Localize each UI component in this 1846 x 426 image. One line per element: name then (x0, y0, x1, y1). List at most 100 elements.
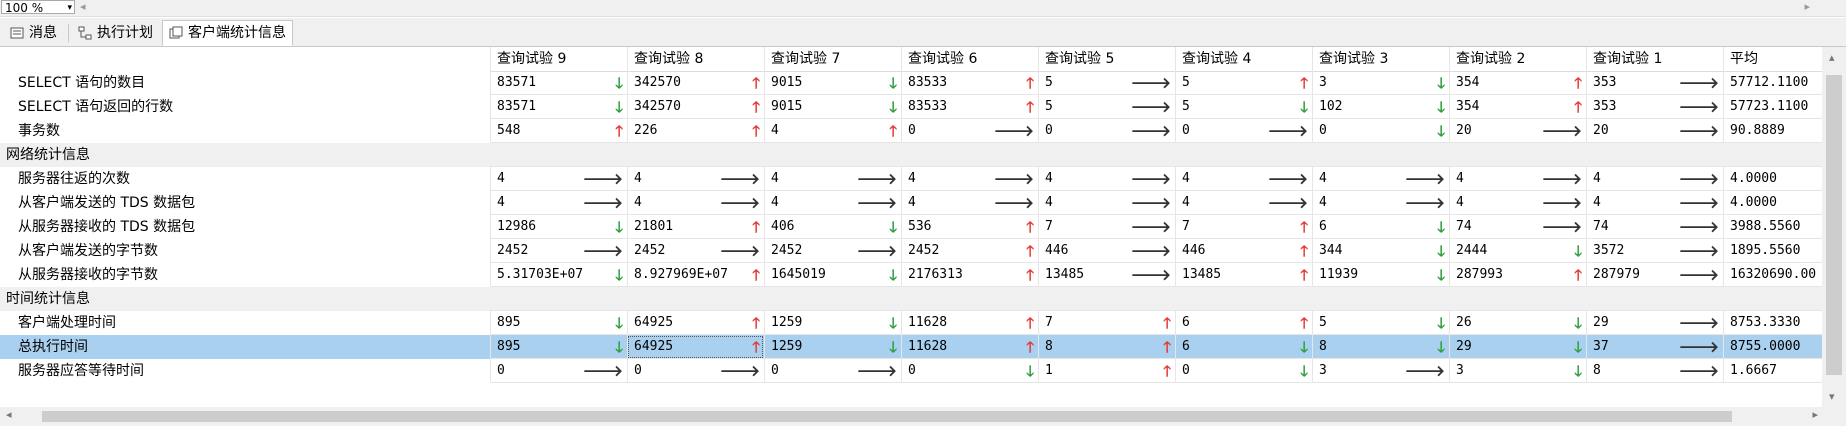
stat-cell[interactable]: 20 🡒 (1586, 119, 1723, 143)
stat-cell[interactable]: 9015 🡓 (764, 71, 901, 95)
stat-cell[interactable]: 4 🡒 (764, 167, 901, 191)
column-header[interactable]: 平均 (1723, 47, 1822, 71)
scroll-right-icon[interactable]: ▸ (1804, 0, 1810, 13)
stat-cell[interactable]: 6 🡓 (1312, 215, 1449, 239)
average-cell[interactable]: 16320690.00 (1723, 263, 1822, 287)
stat-row[interactable]: 事务数 548 🡑 226 🡑 4 🡑 0 🡒 0 🡒 0 🡒 0 🡓 20 🡒 20 🡒 90.8889 (0, 119, 1822, 143)
stat-cell[interactable]: 74 🡒 (1449, 215, 1586, 239)
stat-cell[interactable]: 5 🡓 (1312, 311, 1449, 335)
stat-cell[interactable]: 344 🡓 (1312, 239, 1449, 263)
average-cell[interactable]: 57712.1100 (1723, 71, 1822, 95)
stat-cell[interactable]: 64925 🡑 (627, 335, 764, 359)
stat-cell[interactable]: 4 🡒 (1586, 167, 1723, 191)
stat-cell[interactable]: 287979 🡒 (1586, 263, 1723, 287)
stat-cell[interactable]: 0 🡓 (1312, 119, 1449, 143)
column-header[interactable]: 查询试验 7 (764, 47, 901, 71)
section-header-row[interactable]: 时间统计信息 (0, 287, 1822, 311)
average-cell[interactable]: 8753.3330 (1723, 311, 1822, 335)
stat-cell[interactable]: 102 🡓 (1312, 95, 1449, 119)
stat-cell[interactable]: 4 🡒 (627, 191, 764, 215)
stat-cell[interactable]: 8 🡒 (1586, 359, 1723, 383)
stat-row[interactable]: 从服务器接收的字节数 5.31703E+07 🡓 8.927969E+07 🡑 16450… (0, 263, 1822, 287)
tab-execution-plan[interactable]: 执行计划 (72, 21, 159, 45)
stat-cell[interactable]: 4 🡒 (1038, 191, 1175, 215)
tab-client-statistics[interactable]: 客户端统计信息 (162, 20, 293, 46)
scroll-thumb[interactable] (1826, 75, 1842, 375)
stat-cell[interactable]: 287993 🡑 (1449, 263, 1586, 287)
stat-cell[interactable]: 5 🡒 (1038, 71, 1175, 95)
stat-cell[interactable]: 21801 🡑 (627, 215, 764, 239)
stat-cell[interactable]: 4 🡒 (901, 191, 1038, 215)
stat-cell[interactable]: 4 🡑 (764, 119, 901, 143)
stat-cell[interactable]: 6 🡓 (1175, 335, 1312, 359)
stat-cell[interactable]: 3 🡓 (1312, 71, 1449, 95)
stat-cell[interactable]: 4 🡒 (627, 167, 764, 191)
section-header-row[interactable]: 网络统计信息 (0, 143, 1822, 167)
stat-cell[interactable]: 4 🡒 (1312, 191, 1449, 215)
stat-cell[interactable]: 0 🡒 (490, 359, 627, 383)
stat-cell[interactable]: 0 🡒 (627, 359, 764, 383)
stat-cell[interactable]: 2452 🡒 (764, 239, 901, 263)
stat-cell[interactable]: 8.927969E+07 🡑 (627, 263, 764, 287)
stat-cell[interactable]: 4 🡒 (1175, 191, 1312, 215)
stat-cell[interactable]: 3572 🡒 (1586, 239, 1723, 263)
stat-cell[interactable]: 5 🡒 (1038, 95, 1175, 119)
stat-cell[interactable]: 0 🡓 (1175, 359, 1312, 383)
average-cell[interactable]: 90.8889 (1723, 119, 1822, 143)
stat-cell[interactable]: 4 🡒 (1449, 167, 1586, 191)
stat-cell[interactable]: 2176313 🡑 (901, 263, 1038, 287)
stat-cell[interactable]: 0 🡒 (1038, 119, 1175, 143)
vertical-scrollbar[interactable]: ▴ ▾ (1822, 47, 1846, 407)
stat-cell[interactable]: 4 🡒 (490, 191, 627, 215)
scroll-left-icon[interactable]: ◂ (6, 408, 12, 421)
stat-cell[interactable]: 6 🡑 (1175, 311, 1312, 335)
stat-cell[interactable]: 1645019 🡓 (764, 263, 901, 287)
stat-cell[interactable]: 11939 🡓 (1312, 263, 1449, 287)
stat-cell[interactable]: 4 🡒 (490, 167, 627, 191)
stat-cell[interactable]: 4 🡒 (1449, 191, 1586, 215)
stat-cell[interactable]: 0 🡓 (901, 359, 1038, 383)
stat-cell[interactable]: 13485 🡒 (1038, 263, 1175, 287)
column-header[interactable]: 查询试验 8 (627, 47, 764, 71)
stat-row[interactable]: SELECT 语句返回的行数 83571 🡓 342570 🡑 9015 🡓 83533 🡑 5 🡒… (0, 95, 1822, 119)
stat-row[interactable]: 从服务器接收的 TDS 数据包 12986 🡓 21801 🡑 406 🡓 536 🡑 7 🡒 7 🡑 6… (0, 215, 1822, 239)
stat-cell[interactable]: 0 🡒 (764, 359, 901, 383)
stat-cell[interactable]: 8 🡑 (1038, 335, 1175, 359)
stat-cell[interactable]: 7 🡑 (1175, 215, 1312, 239)
stat-cell[interactable]: 37 🡒 (1586, 335, 1723, 359)
scroll-up-icon[interactable]: ▴ (1829, 51, 1835, 64)
stat-cell[interactable]: 548 🡑 (490, 119, 627, 143)
stat-cell[interactable]: 353 🡒 (1586, 71, 1723, 95)
stat-row[interactable]: 总执行时间 895 🡓 64925 🡑 1259 🡓 11628 🡑 8 🡑 6 🡓 8 🡓 29 🡓 37 🡒 87… (0, 335, 1822, 359)
stat-cell[interactable]: 7 🡑 (1038, 311, 1175, 335)
stat-cell[interactable]: 83571 🡓 (490, 95, 627, 119)
stat-cell[interactable]: 83533 🡑 (901, 71, 1038, 95)
average-cell[interactable]: 57723.1100 (1723, 95, 1822, 119)
stat-cell[interactable]: 1259 🡓 (764, 335, 901, 359)
stat-cell[interactable]: 353 🡒 (1586, 95, 1723, 119)
stat-cell[interactable]: 5 🡑 (1175, 71, 1312, 95)
stat-cell[interactable]: 3 🡓 (1449, 359, 1586, 383)
average-cell[interactable]: 1895.5560 (1723, 239, 1822, 263)
stat-cell[interactable]: 354 🡑 (1449, 95, 1586, 119)
column-header[interactable]: 查询试验 2 (1449, 47, 1586, 71)
stat-cell[interactable]: 64925 🡑 (627, 311, 764, 335)
stat-cell[interactable]: 354 🡑 (1449, 71, 1586, 95)
stat-cell[interactable]: 2444 🡓 (1449, 239, 1586, 263)
stat-cell[interactable]: 12986 🡓 (490, 215, 627, 239)
average-cell[interactable]: 4.0000 (1723, 167, 1822, 191)
stat-cell[interactable]: 536 🡑 (901, 215, 1038, 239)
stat-cell[interactable]: 4 🡒 (901, 167, 1038, 191)
stat-cell[interactable]: 29 🡒 (1586, 311, 1723, 335)
average-cell[interactable]: 1.6667 (1723, 359, 1822, 383)
stat-cell[interactable]: 226 🡑 (627, 119, 764, 143)
stat-cell[interactable]: 895 🡓 (490, 311, 627, 335)
stat-cell[interactable]: 1259 🡓 (764, 311, 901, 335)
stat-cell[interactable]: 5.31703E+07 🡓 (490, 263, 627, 287)
average-cell[interactable]: 3988.5560 (1723, 215, 1822, 239)
stat-cell[interactable]: 446 🡑 (1175, 239, 1312, 263)
stat-cell[interactable]: 4 🡒 (1586, 191, 1723, 215)
scroll-down-icon[interactable]: ▾ (1829, 390, 1835, 403)
stat-cell[interactable]: 11628 🡑 (901, 335, 1038, 359)
stat-cell[interactable]: 895 🡓 (490, 335, 627, 359)
